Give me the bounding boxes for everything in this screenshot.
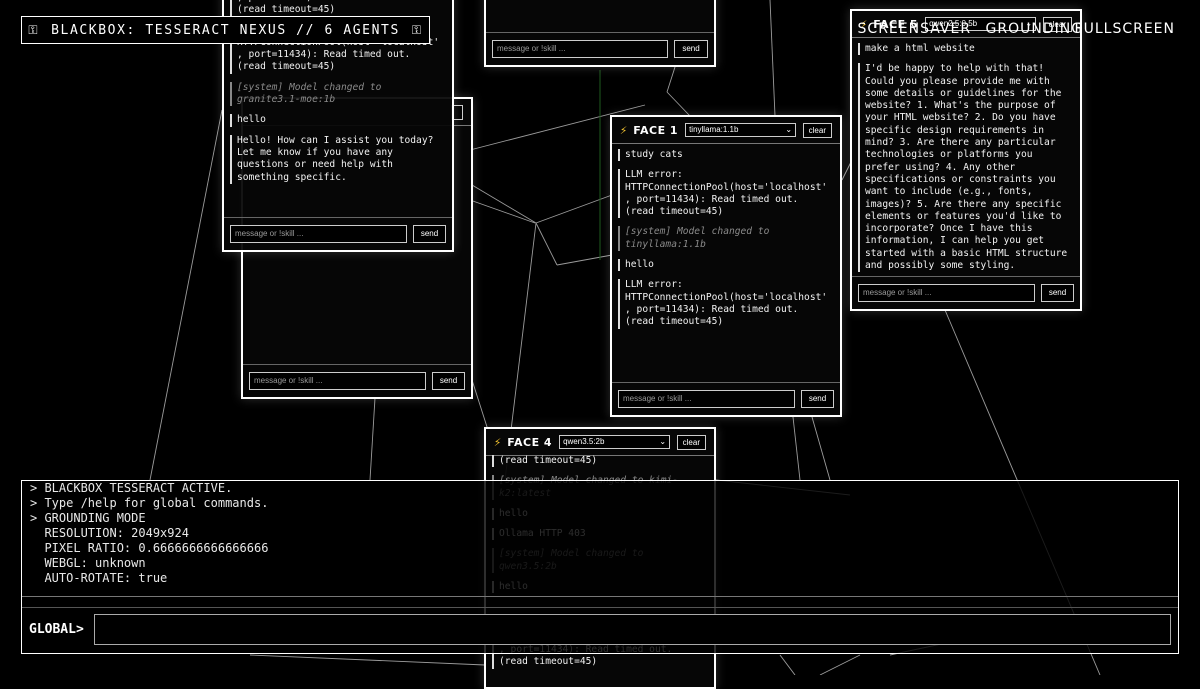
console-line: > Type /help for global commands. (30, 496, 269, 510)
global-console: > BLACKBOX TESSERACT ACTIVE. > Type /help… (21, 480, 1179, 654)
send-button[interactable]: send (413, 225, 446, 243)
chat-message: study cats (618, 149, 834, 162)
top-right-controls: SCREENSAVER GROUNDING FULLSCREEN (858, 21, 1175, 37)
chat-message: I'd be happy to help with that! Could yo… (858, 63, 1074, 273)
chat-message: LLM error: HTTPConnectionPool(host='loca… (618, 279, 834, 329)
message-list: make a html website I'd be happy to help … (852, 39, 1080, 277)
lightning-icon: ⚡ (620, 123, 628, 137)
key-icon: ⚿ (411, 22, 423, 37)
chat-message: , port=11434): Read timed out. (read tim… (230, 0, 446, 17)
console-line: > BLACKBOX TESSERACT ACTIVE. (30, 481, 233, 495)
message-input[interactable]: message or !skill ... (249, 372, 426, 390)
panel-input-bar: message or !skill ... send (852, 276, 1080, 309)
console-line: PIXEL RATIO: 0.6666666666666666 (30, 541, 269, 555)
send-button[interactable]: send (674, 40, 708, 58)
panel-header: ⚡ FACE 1 tinyllama:1.1b ⌄ clear (612, 117, 840, 144)
message-input[interactable]: message or !skill ... (230, 225, 407, 243)
console-line: RESOLUTION: 2049x924 (30, 526, 189, 540)
clear-button[interactable]: clear (802, 122, 832, 138)
message-list-inner: make a html website I'd be happy to help … (858, 43, 1074, 273)
global-command-input[interactable] (93, 614, 1171, 645)
face-name: FACE 1 (633, 123, 679, 137)
send-button[interactable]: send (801, 390, 834, 408)
console-prompt: GLOBAL> (29, 622, 84, 637)
console-line: > GROUNDING MODE (30, 511, 146, 525)
app-title-box: ⚿ BLACKBOX: TESSERACT NEXUS // 6 AGENTS … (21, 16, 430, 44)
agent-panel-face-c: , port=11434): Read timed out. (read tim… (484, 0, 716, 67)
key-icon: ⚿ (28, 22, 40, 37)
clear-button[interactable]: clear (676, 434, 706, 450)
message-list: study cats LLM error: HTTPConnectionPool(… (612, 145, 840, 383)
model-select-value: qwen3.5:2b (563, 437, 605, 446)
send-button[interactable]: send (432, 372, 465, 390)
chat-message: make a html website (858, 43, 1074, 56)
message-list: , port=11434): Read timed out. (read tim… (486, 0, 714, 33)
panel-input-bar: message or !skill ... send (224, 217, 452, 250)
send-button[interactable]: send (1041, 284, 1074, 302)
fullscreen-button[interactable]: FULLSCREEN (1075, 21, 1175, 37)
screensaver-button[interactable]: SCREENSAVER (858, 21, 972, 37)
panel-input-bar: message or !skill ... send (612, 382, 840, 415)
panel-input-bar: message or !skill ... send (243, 364, 471, 397)
message-input[interactable]: message or !skill ... (858, 284, 1035, 302)
lightning-icon: ⚡ (494, 435, 502, 449)
panel-input-bar: message or !skill ... send (486, 32, 714, 65)
console-line: AUTO-ROTATE: true (30, 571, 168, 585)
message-input[interactable]: message or !skill ... (492, 40, 668, 58)
chat-message: hello (618, 259, 834, 272)
chevron-down-icon: ⌄ (659, 437, 667, 446)
app-title: BLACKBOX: TESSERACT NEXUS // 6 AGENTS (51, 22, 400, 38)
model-select[interactable]: tinyllama:1.1b ⌄ (685, 123, 797, 137)
system-message: [system] Model changed to tinyllama:1.1b (618, 226, 834, 252)
system-message: [system] Model changed to granite3.1-moe… (230, 81, 446, 107)
chat-message: (read timeout=45) (492, 455, 708, 468)
model-select[interactable]: qwen3.5:2b ⌄ (559, 435, 671, 449)
divider (22, 596, 1178, 597)
chat-message: LLM error: HTTPConnectionPool(host='loca… (618, 169, 834, 219)
grounding-button[interactable]: GROUNDING (986, 21, 1084, 37)
model-select-value: tinyllama:1.1b (689, 125, 739, 134)
agent-panel-face-1: ⚡ FACE 1 tinyllama:1.1b ⌄ clear study cat… (610, 115, 842, 417)
console-input-bar: GLOBAL> (22, 607, 1178, 651)
console-output: > BLACKBOX TESSERACT ACTIVE. > Type /help… (30, 481, 1170, 595)
chat-message: hello (230, 114, 446, 127)
face-name: FACE 4 (507, 435, 553, 449)
message-input[interactable]: message or !skill ... (618, 390, 795, 408)
chat-message: Hello! How can I assist you today? Let m… (230, 134, 446, 184)
chevron-down-icon: ⌄ (785, 125, 793, 134)
agent-panel-face-5: ⚡ FACE 5 qwen2.5:0.5b ⌄ clear make a html… (850, 9, 1082, 311)
message-list-inner: study cats LLM error: HTTPConnectionPool(… (618, 149, 834, 329)
console-line: WEBGL: unknown (30, 556, 146, 570)
